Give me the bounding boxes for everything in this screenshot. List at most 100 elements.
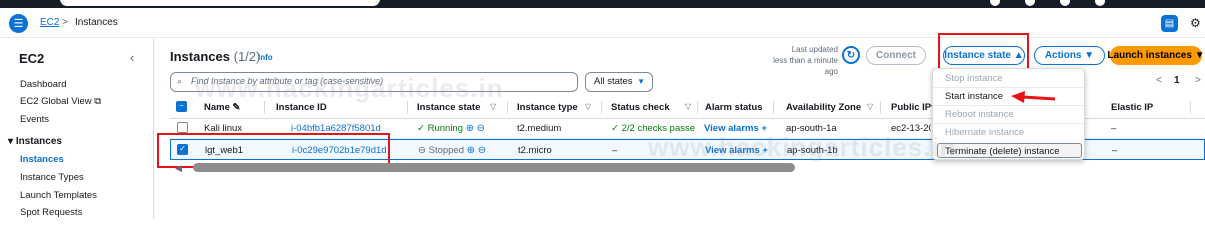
column-divider[interactable]: [507, 101, 508, 114]
row-checkbox[interactable]: [177, 122, 188, 133]
instance-state-menu: Stop instance Start instance Reboot inst…: [932, 68, 1085, 160]
global-search-input[interactable]: [60, 0, 380, 6]
launch-instances-button[interactable]: Launch instances ▼: [1107, 46, 1205, 65]
availability-zone: ap-south-1b: [787, 145, 838, 156]
search-icon: ⌕: [177, 76, 183, 86]
zoom-out-icon[interactable]: ⊖: [477, 123, 485, 134]
availability-zone: ap-south-1a: [786, 123, 837, 134]
external-link-icon: ⧉: [94, 96, 102, 107]
column-header-public-ip[interactable]: Public IPv: [891, 102, 936, 113]
page-number[interactable]: 1: [1174, 75, 1180, 86]
public-ip: ec2-13-20: [891, 123, 931, 134]
column-header-instance-state[interactable]: Instance state: [417, 102, 480, 113]
edit-icon: ✎: [232, 102, 241, 113]
menu-item-hibernate-instance[interactable]: Hibernate instance: [945, 127, 1024, 138]
state-filter-select[interactable]: All states ▼: [585, 72, 653, 92]
column-header-instance-id[interactable]: Instance ID: [276, 102, 327, 113]
main-content: Instances (1/2) Info Last updated less th…: [155, 33, 1205, 219]
top-navigation-bar: [0, 0, 1205, 8]
connect-button[interactable]: Connect: [866, 46, 926, 65]
menu-divider: [933, 105, 1084, 106]
stopped-icon: ⊖: [418, 145, 426, 156]
settings-icon[interactable]: [1095, 0, 1105, 6]
caret-down-icon: ▼: [1194, 50, 1205, 61]
caret-down-icon: ▾: [8, 136, 14, 147]
column-header-instance-type[interactable]: Instance type: [517, 102, 578, 113]
sort-icon[interactable]: ▽: [685, 102, 691, 111]
menu-divider: [933, 123, 1084, 124]
menu-item-stop-instance[interactable]: Stop instance: [945, 73, 1003, 84]
help-icon[interactable]: [1060, 0, 1070, 6]
scroll-left-icon[interactable]: ◀: [175, 163, 182, 174]
info-link[interactable]: Info: [258, 53, 273, 62]
sidebar-section-instances[interactable]: ▾ Instances: [8, 136, 62, 147]
sidebar-item-launch-templates[interactable]: Launch Templates: [20, 190, 97, 201]
status-check: ✓ 2/2 checks passed: [611, 123, 695, 134]
cloudshell-icon[interactable]: [990, 0, 1000, 6]
sidebar-item-instances[interactable]: Instances: [20, 154, 64, 165]
menu-icon[interactable]: ☰: [9, 14, 28, 33]
column-header-availability-zone[interactable]: Availability Zone: [786, 102, 861, 113]
notifications-panel-icon[interactable]: ▤: [1161, 15, 1178, 32]
column-header-status-check[interactable]: Status check: [611, 102, 670, 113]
status-check: –: [612, 145, 618, 156]
menu-item-terminate-instance[interactable]: Terminate (delete) instance: [945, 146, 1060, 157]
sidebar: EC2 ‹ Dashboard EC2 Global View ⧉ Events…: [0, 39, 154, 219]
highlight-box-instance-state: [938, 33, 1029, 70]
menu-item-start-instance[interactable]: Start instance: [945, 91, 1003, 102]
sidebar-item-dashboard[interactable]: Dashboard: [20, 79, 66, 90]
sort-icon[interactable]: ▽: [585, 102, 591, 111]
check-circle-icon: ✓: [611, 123, 619, 134]
zoom-in-icon[interactable]: ⊕: [466, 123, 474, 134]
notifications-icon[interactable]: [1025, 0, 1035, 6]
sidebar-item-global-view[interactable]: EC2 Global View ⧉: [20, 96, 101, 107]
zoom-in-icon[interactable]: ⊕: [467, 145, 475, 156]
instance-state: ✓ Running ⊕ ⊖: [417, 123, 486, 134]
column-divider[interactable]: [407, 101, 408, 114]
instance-count: (1/2): [233, 49, 261, 64]
horizontal-scrollbar[interactable]: [193, 163, 795, 172]
annotation-arrow-icon: [1011, 91, 1056, 103]
zoom-out-icon[interactable]: ⊖: [478, 145, 486, 156]
collapse-sidebar-icon[interactable]: ‹: [130, 50, 134, 65]
menu-divider: [933, 87, 1084, 88]
plus-icon: +: [761, 123, 767, 134]
column-divider[interactable]: [880, 101, 881, 114]
column-header-elastic-ip[interactable]: Elastic IP: [1111, 102, 1153, 113]
column-divider[interactable]: [697, 101, 698, 114]
select-all-checkbox[interactable]: −: [176, 101, 187, 112]
sidebar-item-spot-requests[interactable]: Spot Requests: [20, 207, 82, 218]
arrow-shaft: [1022, 95, 1056, 101]
sidebar-item-instance-types[interactable]: Instance Types: [20, 172, 84, 183]
sidebar-title: EC2: [19, 51, 45, 66]
column-divider[interactable]: [264, 101, 265, 114]
column-header-alarm-status[interactable]: Alarm status: [705, 102, 763, 113]
sort-icon[interactable]: ▽: [490, 102, 496, 111]
breadcrumb-current: Instances: [75, 17, 118, 28]
search-input[interactable]: ⌕ Find Instance by attribute or tag (case…: [170, 72, 578, 92]
caret-down-icon: ▼: [637, 77, 645, 86]
instance-type: t2.micro: [518, 145, 552, 156]
view-alarms-link[interactable]: View alarms +: [705, 145, 768, 156]
column-divider[interactable]: [773, 101, 774, 114]
view-alarms-link[interactable]: View alarms +: [704, 123, 767, 134]
last-updated: Last updated less than a minute ago: [773, 45, 838, 76]
arrow-head: [1011, 91, 1025, 103]
sidebar-item-events[interactable]: Events: [20, 114, 49, 125]
gear-icon[interactable]: ⚙: [1190, 16, 1201, 30]
column-divider[interactable]: [1190, 101, 1191, 114]
breadcrumb-ec2-link[interactable]: EC2: [40, 17, 59, 28]
chevron-right-icon: >: [62, 17, 68, 28]
column-divider[interactable]: [601, 101, 602, 114]
menu-item-reboot-instance[interactable]: Reboot instance: [945, 109, 1014, 120]
instance-type: t2.medium: [517, 123, 562, 134]
check-circle-icon: ✓: [417, 123, 425, 134]
sort-icon[interactable]: ▽: [867, 102, 873, 111]
plus-icon: +: [762, 145, 768, 156]
actions-button[interactable]: Actions ▼: [1034, 46, 1105, 65]
prev-page-button[interactable]: <: [1156, 75, 1162, 86]
elastic-ip: –: [1111, 123, 1117, 134]
column-header-name[interactable]: Name ✎: [204, 102, 240, 113]
refresh-icon[interactable]: ↻: [842, 46, 860, 64]
next-page-button[interactable]: >: [1195, 75, 1201, 86]
